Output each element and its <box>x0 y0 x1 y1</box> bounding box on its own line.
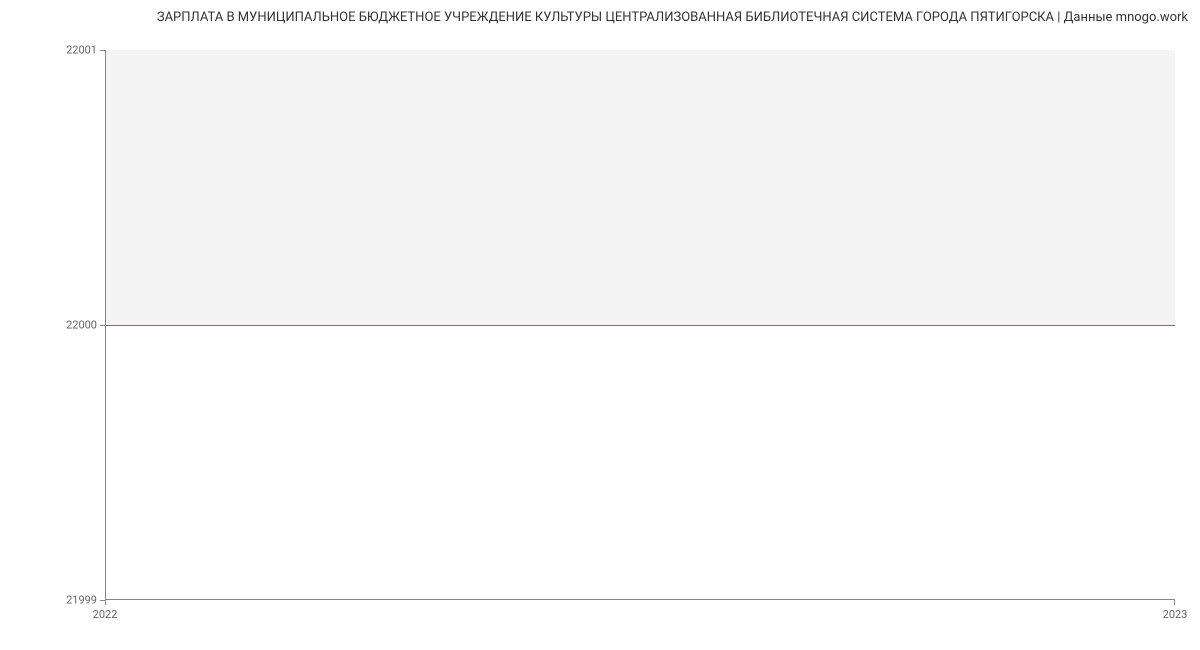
x-tick-mark <box>1174 600 1175 605</box>
plot-area <box>105 50 1175 600</box>
plot-area-fill <box>106 50 1175 325</box>
x-tick-mark <box>105 600 106 605</box>
y-tick-mark <box>100 325 105 326</box>
chart-title: ЗАРПЛАТА В МУНИЦИПАЛЬНОЕ БЮДЖЕТНОЕ УЧРЕЖ… <box>0 0 1200 25</box>
x-axis-tick-label: 2023 <box>1163 608 1188 621</box>
y-axis-tick-label: 22001 <box>66 44 97 57</box>
chart-plot: 22001 22000 21999 2022 2023 <box>105 50 1175 600</box>
y-tick-mark <box>100 50 105 51</box>
plot-lower-fill <box>106 325 1175 600</box>
y-axis-tick-label: 22000 <box>66 319 97 332</box>
x-axis-tick-label: 2022 <box>93 608 118 621</box>
y-axis-tick-label: 21999 <box>66 594 97 607</box>
data-series-line <box>106 325 1175 326</box>
